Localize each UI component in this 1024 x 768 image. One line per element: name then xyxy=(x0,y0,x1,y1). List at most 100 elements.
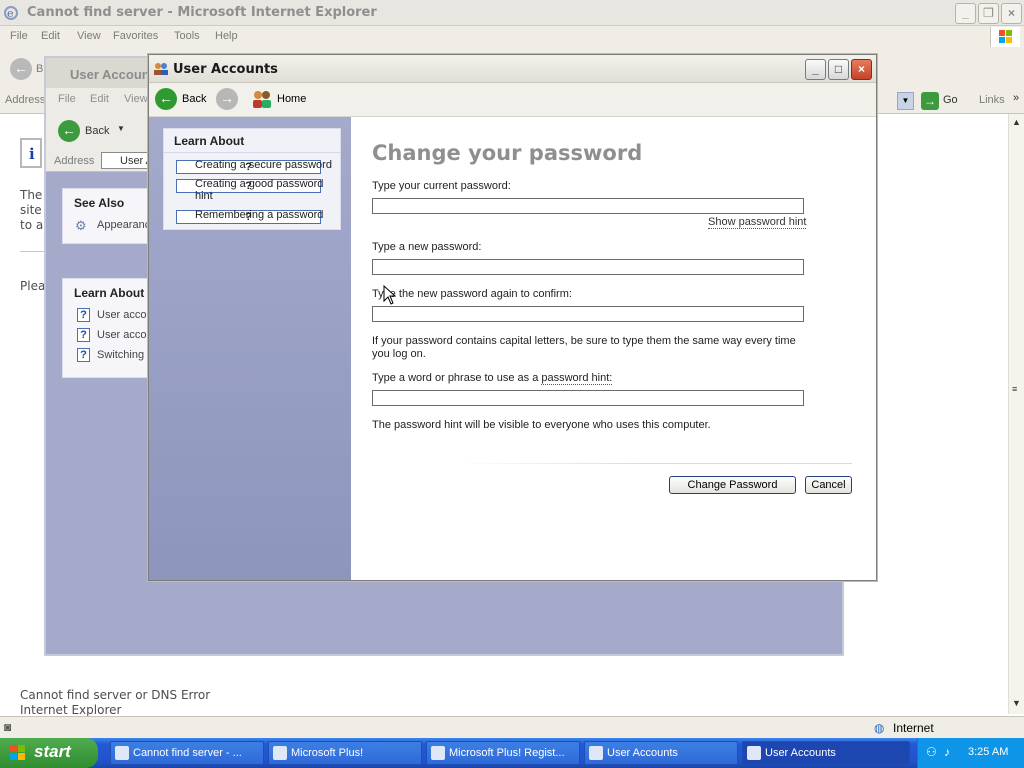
maximize-button[interactable]: □ xyxy=(828,59,849,80)
ua-back-learn-about-heading: Learn About xyxy=(74,286,145,300)
volume-icon[interactable]: ♪ xyxy=(944,745,950,759)
internet-zone-icon: ◍ xyxy=(874,721,885,735)
new-password-label: Type a new password: xyxy=(372,241,482,253)
learn-item-secure-password[interactable]: ? Creating a secure password xyxy=(176,159,341,175)
user-accounts-window[interactable]: User Accounts _ □ × ← Back → Home Learn … xyxy=(148,54,877,581)
ie-menu-bar: File Edit View Favorites Tools Help xyxy=(0,26,1024,48)
back-button[interactable]: Back xyxy=(182,93,206,105)
new-password-input[interactable] xyxy=(372,259,804,275)
internet-explorer-icon: e xyxy=(4,6,18,20)
ua-main-pane: Change your password Type your current p… xyxy=(351,117,876,580)
user-accounts-icon xyxy=(154,63,168,75)
ua-left-pane: Learn About ? Creating a secure password… xyxy=(149,117,351,580)
ie-menu-file[interactable]: File xyxy=(10,30,28,42)
capital-letters-note: If your password contains capital letter… xyxy=(372,335,796,360)
learn-item-password-hint[interactable]: ? Creating a good password hint xyxy=(176,178,341,206)
home-users-icon[interactable] xyxy=(250,87,274,111)
windows-flag-icon xyxy=(10,745,25,760)
page-please-text: Plea xyxy=(20,279,46,293)
scroll-down-icon[interactable]: ▼ xyxy=(1012,698,1021,708)
user-accounts-icon xyxy=(747,746,761,760)
page-status-icon: ◙ xyxy=(4,720,12,734)
ua-back-menu-edit[interactable]: Edit xyxy=(90,93,109,105)
taskbar-item-plus[interactable]: Microsoft Plus! xyxy=(268,741,422,765)
taskbar-item-user-accounts[interactable]: User Accounts xyxy=(584,741,738,765)
ua-navigation-bar: ← Back → Home xyxy=(149,83,876,117)
cancel-button[interactable]: Cancel xyxy=(805,476,852,494)
ie-title-bar: e Cannot find server - Microsoft Interne… xyxy=(0,0,1024,26)
help-icon: ? xyxy=(77,348,90,362)
learn-item-remembering-password[interactable]: ? Remembering a password xyxy=(176,209,341,225)
internet-explorer-icon xyxy=(115,746,129,760)
ua-back-menu-file[interactable]: File xyxy=(58,93,76,105)
help-icon: ? xyxy=(77,328,90,342)
ie-menu-tools[interactable]: Tools xyxy=(174,30,200,42)
ie-address-dropdown-icon[interactable]: ▼ xyxy=(897,92,914,110)
confirm-password-label: Type the new password again to confirm: xyxy=(372,288,572,300)
taskbar-item-ie[interactable]: Cannot find server - ... xyxy=(110,741,264,765)
forward-arrow-icon[interactable]: → xyxy=(216,88,238,110)
start-label: start xyxy=(34,742,71,761)
change-password-button[interactable]: Change Password xyxy=(669,476,796,494)
network-icon[interactable]: ⚇ xyxy=(926,745,937,759)
minimize-button[interactable]: _ xyxy=(805,59,826,80)
ie-restore-button[interactable]: ❐ xyxy=(978,3,999,24)
learn-about-divider xyxy=(164,152,340,153)
current-password-label: Type your current password: xyxy=(372,180,511,192)
ua-back-menu-view[interactable]: View xyxy=(124,93,148,105)
ie-menu-edit[interactable]: Edit xyxy=(41,30,60,42)
chevron-right-icon[interactable]: » xyxy=(1013,92,1019,104)
ie-menu-help[interactable]: Help xyxy=(215,30,238,42)
ua-back-learn-item[interactable]: ? User accou xyxy=(63,326,161,346)
hint-visibility-note: The password hint will be visible to eve… xyxy=(372,419,711,431)
info-icon: i xyxy=(20,138,42,168)
svg-text:e: e xyxy=(7,7,14,20)
registration-icon xyxy=(431,746,445,760)
taskbar-item-user-accounts-active[interactable]: User Accounts xyxy=(742,741,910,765)
page-text-line: site xyxy=(20,203,42,217)
page-text-line: to a xyxy=(20,218,44,232)
ua-back-see-also-item[interactable]: ⚙ Appearanc xyxy=(63,216,161,236)
ua-back-back-dropdown-icon[interactable]: ▼ xyxy=(117,124,125,133)
ie-go-arrow-icon[interactable]: → xyxy=(921,92,939,110)
ua-window-title: User Accounts xyxy=(173,62,278,77)
clock: 3:25 AM xyxy=(968,746,1009,758)
ua-back-back-icon[interactable]: ← xyxy=(58,120,80,142)
page-title: Change your password xyxy=(372,141,643,165)
ie-address-label: Address xyxy=(5,94,46,106)
page-ie-text: Internet Explorer xyxy=(20,703,122,717)
password-hint-help-link[interactable]: password hint: xyxy=(541,372,613,385)
ua-back-learn-item[interactable]: ? Switching u xyxy=(63,346,161,366)
ua-back-address-label: Address xyxy=(54,155,95,167)
show-password-hint-link[interactable]: Show password hint xyxy=(708,216,807,229)
confirm-password-input[interactable] xyxy=(372,306,804,322)
ie-menu-favorites[interactable]: Favorites xyxy=(113,30,158,42)
scroll-thumb-icon[interactable]: ≡ xyxy=(1012,384,1017,394)
ua-title-bar[interactable]: User Accounts _ □ × xyxy=(149,55,876,83)
close-button[interactable]: × xyxy=(851,59,872,80)
learn-about-panel: Learn About ? Creating a secure password… xyxy=(163,128,341,230)
ie-menu-view[interactable]: View xyxy=(77,30,101,42)
page-text-line: The xyxy=(20,188,43,202)
ie-window-title: Cannot find server - Microsoft Internet … xyxy=(27,5,377,20)
ie-status-bar: ◙ ◍ Internet xyxy=(0,716,1024,738)
password-hint-input[interactable] xyxy=(372,390,804,406)
scroll-up-icon[interactable]: ▲ xyxy=(1012,117,1021,127)
page-error-text: Cannot find server or DNS Error xyxy=(20,688,211,702)
ua-back-back-label[interactable]: Back xyxy=(85,125,109,137)
ie-links-button[interactable]: Links xyxy=(979,94,1005,106)
start-button[interactable]: start xyxy=(0,738,98,768)
current-password-input[interactable] xyxy=(372,198,804,214)
home-button[interactable]: Home xyxy=(277,93,306,105)
appearance-icon: ⚙ xyxy=(75,218,87,233)
ie-scrollbar[interactable]: ▲ ≡ ▼ xyxy=(1008,114,1024,714)
ie-go-button[interactable]: Go xyxy=(943,94,958,106)
ie-back-label[interactable]: B xyxy=(36,63,43,75)
back-arrow-icon[interactable]: ← xyxy=(155,88,177,110)
ie-minimize-button[interactable]: _ xyxy=(955,3,976,24)
learn-about-heading: Learn About xyxy=(174,134,245,148)
ie-close-button[interactable]: × xyxy=(1001,3,1022,24)
taskbar-item-plus-registration[interactable]: Microsoft Plus! Regist... xyxy=(426,741,580,765)
ie-back-icon[interactable]: ← xyxy=(10,58,32,80)
ua-back-learn-item[interactable]: ? User accou xyxy=(63,306,161,326)
